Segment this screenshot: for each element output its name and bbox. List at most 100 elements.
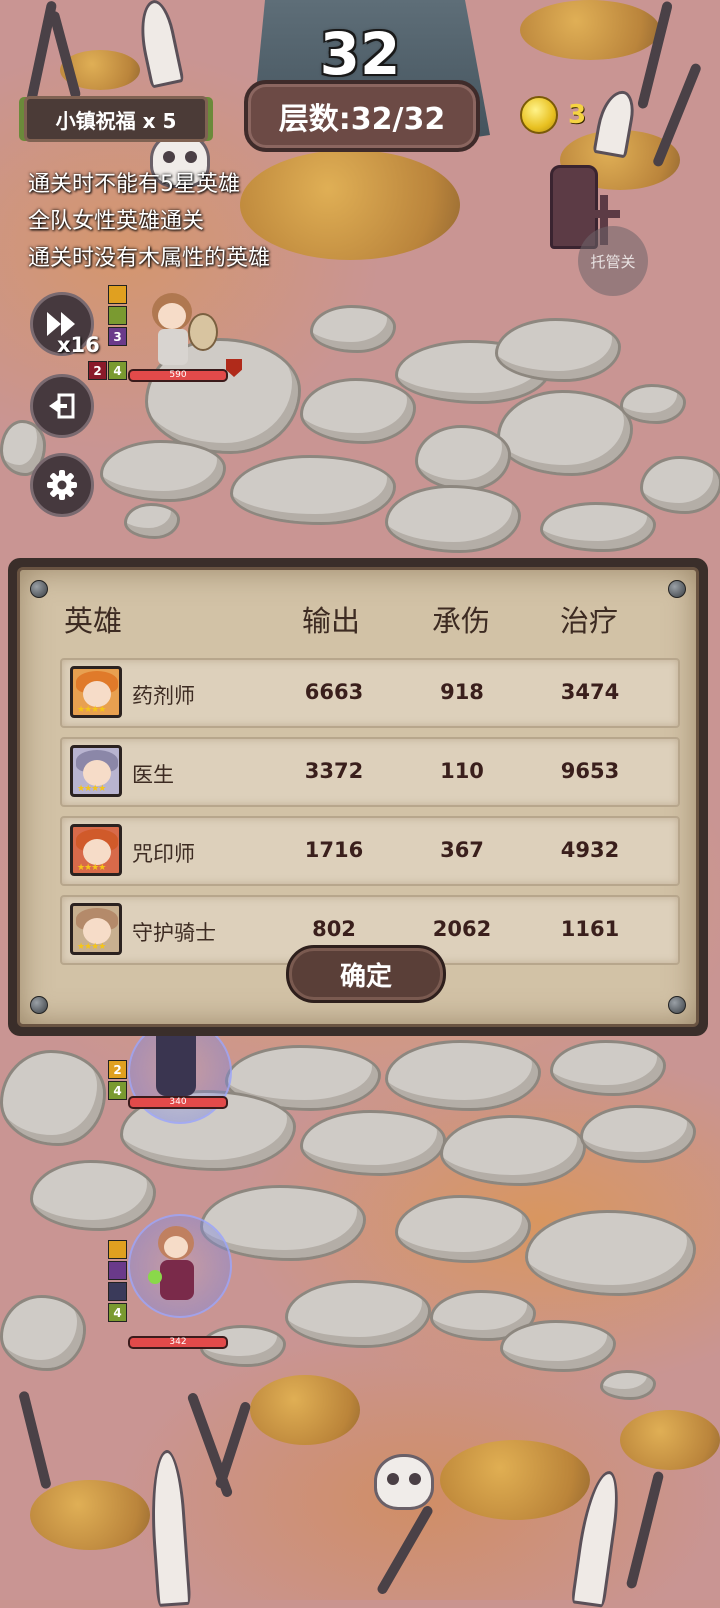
grave-cross (588, 210, 620, 218)
rock (0, 1050, 106, 1146)
hero-name: 医生 (132, 763, 174, 787)
town-blessing-badge[interactable]: 小镇祝福 x 5 (24, 96, 208, 142)
rock (30, 1160, 156, 1231)
stats-row: ★★★★ 药剂师 6663 918 3474 (60, 658, 680, 728)
exit-button[interactable] (30, 374, 94, 438)
bush (30, 1480, 150, 1550)
rock (395, 1195, 531, 1263)
hero-stars: ★★★★ (77, 942, 106, 952)
hero-name: 咒印师 (132, 842, 195, 866)
settings-button[interactable] (30, 453, 94, 517)
skill-level: 4 (108, 1081, 127, 1100)
hero-face (83, 681, 111, 707)
class-shield-icon (226, 359, 242, 377)
rock (640, 456, 720, 514)
rock (580, 1105, 696, 1163)
health-bar: 340 (128, 1096, 228, 1109)
panel-rivet (668, 580, 686, 598)
bush (240, 150, 460, 260)
stats-row: ★★★★ 医生 3372 110 9653 (60, 737, 680, 807)
skill-icon (108, 285, 127, 304)
rock (385, 1040, 541, 1111)
rock (100, 440, 226, 502)
coin-counter: 3 (520, 96, 586, 134)
damage-taken-value: 110 (440, 759, 484, 783)
skill-icon (108, 1282, 127, 1301)
skill-icon (108, 1261, 127, 1280)
healing-value: 3474 (560, 680, 620, 704)
skill-icon (108, 306, 127, 325)
damage-taken-value: 367 (440, 838, 484, 862)
hero-portrait[interactable]: ★★★★ (70, 745, 122, 797)
health-value: 342 (169, 1337, 187, 1347)
stats-header-row: 英雄 输出 承伤 治疗 (20, 598, 696, 642)
damage-value: 3372 (304, 759, 364, 783)
rock (440, 1115, 586, 1186)
floor-indicator: 层数:32/32 (244, 80, 480, 152)
header-damage-taken: 承伤 (432, 604, 491, 638)
rock (310, 305, 396, 353)
knight-sprite (132, 285, 218, 375)
skill-level: 4 (108, 1303, 127, 1322)
hero-portrait[interactable]: ★★★★ (70, 666, 122, 718)
rock (285, 1280, 431, 1348)
rock (300, 378, 416, 444)
healing-value: 4932 (560, 838, 620, 862)
unit-skill-column: 2 4 (108, 1060, 127, 1102)
hero-unit[interactable]: 2 4 340 (108, 1020, 248, 1150)
unit-face (164, 1236, 188, 1258)
speed-multiplier: x16 (57, 333, 100, 357)
skill-level: 2 (88, 361, 107, 380)
healing-value: 1161 (560, 917, 620, 941)
header-hero: 英雄 (64, 604, 123, 638)
stats-row: ★★★★ 咒印师 1716 367 4932 (60, 816, 680, 886)
rock (495, 318, 621, 382)
potion-icon (148, 1270, 162, 1284)
bush (620, 1410, 720, 1470)
health-bar: 342 (128, 1336, 228, 1349)
hero-name: 守护骑士 (132, 921, 216, 945)
rock (385, 485, 521, 553)
header-damage: 输出 (302, 604, 361, 638)
turn-counter: 32 (319, 20, 401, 88)
blessing-label: 小镇祝福 x 5 (55, 108, 177, 133)
health-bar: 590 (128, 369, 228, 382)
coin-count: 3 (568, 100, 587, 130)
skill-level: 3 (108, 327, 127, 346)
bush (440, 1440, 590, 1520)
rock (620, 384, 686, 424)
hero-stars: ★★★★ (77, 863, 106, 873)
health-value: 590 (169, 370, 187, 380)
battle-stats-frame: 英雄 输出 承伤 治疗 ★★★★ 药剂师 6663 918 3474 ★★★★ … (17, 567, 699, 1027)
hero-portrait[interactable]: ★★★★ (70, 903, 122, 955)
exit-icon (49, 393, 75, 419)
battle-stats-panel: 英雄 输出 承伤 治疗 ★★★★ 药剂师 6663 918 3474 ★★★★ … (8, 558, 708, 1036)
hero-face (83, 918, 111, 944)
rock (124, 503, 180, 539)
hero-unit[interactable]: 4 342 (108, 1214, 248, 1350)
rock (600, 1370, 656, 1400)
panel-rivet (668, 996, 686, 1014)
damage-value: 1716 (304, 838, 364, 862)
hero-portrait[interactable]: ★★★★ (70, 824, 122, 876)
bush (250, 1375, 360, 1445)
skull-decoration (374, 1454, 434, 1510)
rock (497, 390, 633, 476)
unit-skill-column: 3 (108, 285, 127, 348)
damage-value: 6663 (304, 680, 364, 704)
floor-label: 层数:32/32 (278, 102, 446, 137)
auto-battle-label: 托管关 (590, 252, 636, 271)
hero-stars: ★★★★ (77, 784, 106, 794)
auto-battle-toggle[interactable]: 托管关 (578, 226, 648, 296)
hero-name: 药剂师 (132, 684, 195, 708)
skill-level: 4 (108, 361, 127, 380)
rock (525, 1210, 696, 1296)
condition-text: 通关时没有木属性的英雄 (28, 246, 271, 271)
damage-taken-value: 2062 (432, 917, 492, 941)
rock (300, 1110, 446, 1176)
unit-skill-column: 4 (108, 1240, 127, 1324)
hero-unit[interactable]: 3 2 4 590 (88, 285, 248, 395)
stats-rows: ★★★★ 药剂师 6663 918 3474 ★★★★ 医生 3372 110 … (60, 658, 680, 974)
coin-icon (520, 96, 558, 134)
confirm-button[interactable]: 确定 (286, 945, 446, 1003)
